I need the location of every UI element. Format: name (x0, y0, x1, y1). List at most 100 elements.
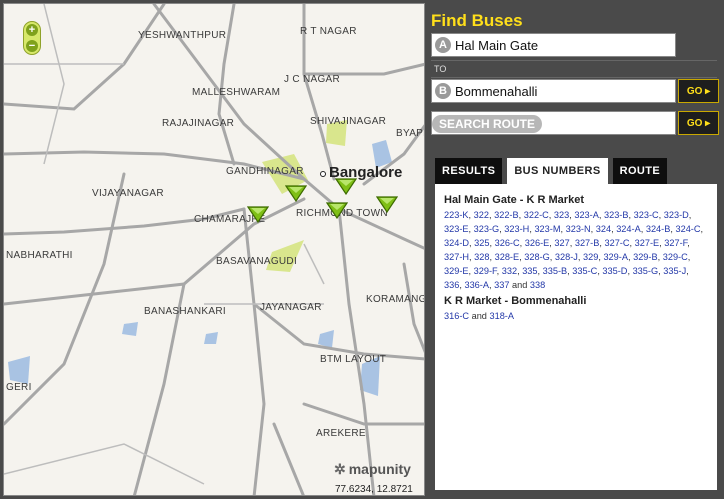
place-label: R T NAGAR (300, 26, 357, 37)
bus-number-link[interactable]: 223-K (444, 210, 469, 220)
bus-number-link[interactable]: 327-B (575, 238, 600, 248)
zoom-in-button[interactable]: + (26, 24, 38, 36)
place-label: AREKERE (316, 428, 366, 439)
tab-bus-numbers[interactable]: BUS NUMBERS (507, 158, 608, 184)
bus-stop-marker[interactable] (326, 201, 348, 219)
bus-number-link[interactable]: 328-G (524, 252, 550, 262)
bus-number-link[interactable]: 323-H (504, 224, 529, 234)
place-label: J C NAGAR (284, 74, 341, 85)
place-label: GERI (6, 382, 32, 393)
bus-number-link[interactable]: 324-B (646, 224, 671, 234)
bus-number-link[interactable]: 323-E (444, 224, 469, 234)
bus-number-link[interactable]: 336-A (464, 280, 489, 290)
bus-stop-marker[interactable] (247, 205, 269, 223)
bus-number-link[interactable]: 322-B (494, 210, 519, 220)
go-search-button[interactable]: GO ▸ (678, 111, 719, 135)
bus-number-link[interactable]: 335 (522, 266, 537, 276)
logo-star-icon: ✲ (334, 461, 346, 477)
bus-number-link[interactable]: 335-G (633, 266, 659, 276)
bus-number-link[interactable]: 323 (554, 210, 569, 220)
place-label: BASAVANAGUDI (216, 256, 298, 267)
from-field[interactable]: A Hal Main Gate (431, 33, 676, 57)
bus-number-link[interactable]: 329-C (663, 252, 688, 262)
bus-number-link[interactable]: 323-A (574, 210, 599, 220)
tab-results[interactable]: RESULTS (435, 158, 503, 184)
zoom-out-button[interactable]: − (26, 40, 38, 52)
place-label: JAYANAGAR (260, 302, 322, 313)
bus-number-link[interactable]: 323-B (604, 210, 629, 220)
from-badge-icon: A (435, 37, 451, 53)
bus-number-link[interactable]: 326-E (525, 238, 550, 248)
to-field[interactable]: B Bommenahalli (431, 79, 676, 103)
to-value: Bommenahalli (455, 83, 538, 99)
bus-number-link[interactable]: 324-A (616, 224, 641, 234)
bus-number-link[interactable]: 335-B (543, 266, 568, 276)
bus-number-link[interactable]: 323-M (534, 224, 560, 234)
bus-number-link[interactable]: 329-A (603, 252, 628, 262)
bus-number-link[interactable]: 332 (502, 266, 517, 276)
bus-number-link[interactable]: 336 (444, 280, 459, 290)
bus-number-link[interactable]: 329-E (444, 266, 469, 276)
place-label: GANDHINAGAR (226, 166, 304, 177)
logo-text: mapunity (348, 461, 411, 477)
bus-number-list: 223-K, 322, 322-B, 322-C, 323, 323-A, 32… (444, 210, 704, 290)
segment-title: K R Market - Bommenahalli (444, 295, 587, 307)
bus-number-link[interactable]: 316-C (444, 311, 469, 321)
search-route-button[interactable]: SEARCH ROUTE (432, 115, 542, 133)
bus-number-link[interactable]: 337 (494, 280, 509, 290)
bus-number-link[interactable]: 327 (554, 238, 569, 248)
from-value: Hal Main Gate (455, 37, 539, 53)
to-separator: TO (431, 60, 717, 78)
city-marker (320, 171, 326, 177)
bus-stop-marker[interactable] (376, 195, 398, 213)
place-label: SHIVAJINAGAR (310, 116, 387, 127)
place-label: NABHARATHI (6, 250, 73, 261)
bus-number-link[interactable]: 318-A (489, 311, 514, 321)
place-label: YESHWANTHPUR (138, 30, 227, 41)
bus-number-link[interactable]: 324 (596, 224, 611, 234)
place-label: RAJAJINAGAR (162, 118, 235, 129)
bus-number-link[interactable]: 323-C (634, 210, 659, 220)
bus-number-link[interactable]: 328 (474, 252, 489, 262)
bus-number-link[interactable]: 335-C (572, 266, 597, 276)
bus-number-link[interactable]: 323-G (474, 224, 500, 234)
zoom-control: + − (23, 21, 41, 55)
bus-number-link[interactable]: 328-J (555, 252, 578, 262)
bus-number-link[interactable]: 328-E (495, 252, 520, 262)
bus-number-link[interactable]: 323-D (664, 210, 689, 220)
bus-number-link[interactable]: 329 (583, 252, 598, 262)
to-badge-icon: B (435, 83, 451, 99)
place-label: BTM LAYOUT (320, 354, 387, 365)
bus-stop-marker[interactable] (335, 177, 357, 195)
bus-number-link[interactable]: 327-C (604, 238, 629, 248)
segment-title: Hal Main Gate - K R Market (444, 194, 584, 206)
bus-number-link[interactable]: 322-C (524, 210, 549, 220)
tab-route[interactable]: ROUTE (612, 158, 668, 184)
bus-number-link[interactable]: 324-D (444, 238, 469, 248)
bus-number-link[interactable]: 325 (474, 238, 489, 248)
bus-number-list: 316-C and 318-A (444, 311, 514, 321)
map-view[interactable]: + − YESHWANTHPUR R T NAGAR J C NAGAR MAL… (3, 3, 425, 496)
result-tabs: RESULTS BUS NUMBERS ROUTE (435, 158, 668, 184)
bus-number-link[interactable]: 338 (530, 280, 545, 290)
results-area: Hal Main Gate - K R Market 223-K, 322, 3… (435, 184, 717, 490)
bus-stop-marker[interactable] (285, 184, 307, 202)
bus-number-link[interactable]: 323-N (566, 224, 591, 234)
find-buses-panel: Find Buses A Hal Main Gate TO B Bommenah… (427, 3, 721, 496)
bus-number-link[interactable]: 327-H (444, 252, 469, 262)
bus-number-link[interactable]: 327-F (664, 238, 687, 248)
bus-number-link[interactable]: 335-J (663, 266, 686, 276)
bus-number-link[interactable]: 335-D (602, 266, 627, 276)
go-button[interactable]: GO ▸ (678, 79, 719, 103)
bus-number-link[interactable]: 324-C (675, 224, 700, 234)
coordinate-readout: 77.6234, 12.8721 (335, 484, 413, 495)
place-label: MALLESHWARAM (192, 87, 281, 98)
panel-title: Find Buses (431, 11, 523, 30)
mapunity-logo: ✲ mapunity (334, 461, 411, 478)
bus-number-link[interactable]: 322 (474, 210, 489, 220)
bus-number-link[interactable]: 326-C (495, 238, 520, 248)
place-label: KORAMANGALA (366, 294, 425, 305)
bus-number-link[interactable]: 329-B (633, 252, 658, 262)
bus-number-link[interactable]: 329-F (474, 266, 497, 276)
bus-number-link[interactable]: 327-E (635, 238, 660, 248)
